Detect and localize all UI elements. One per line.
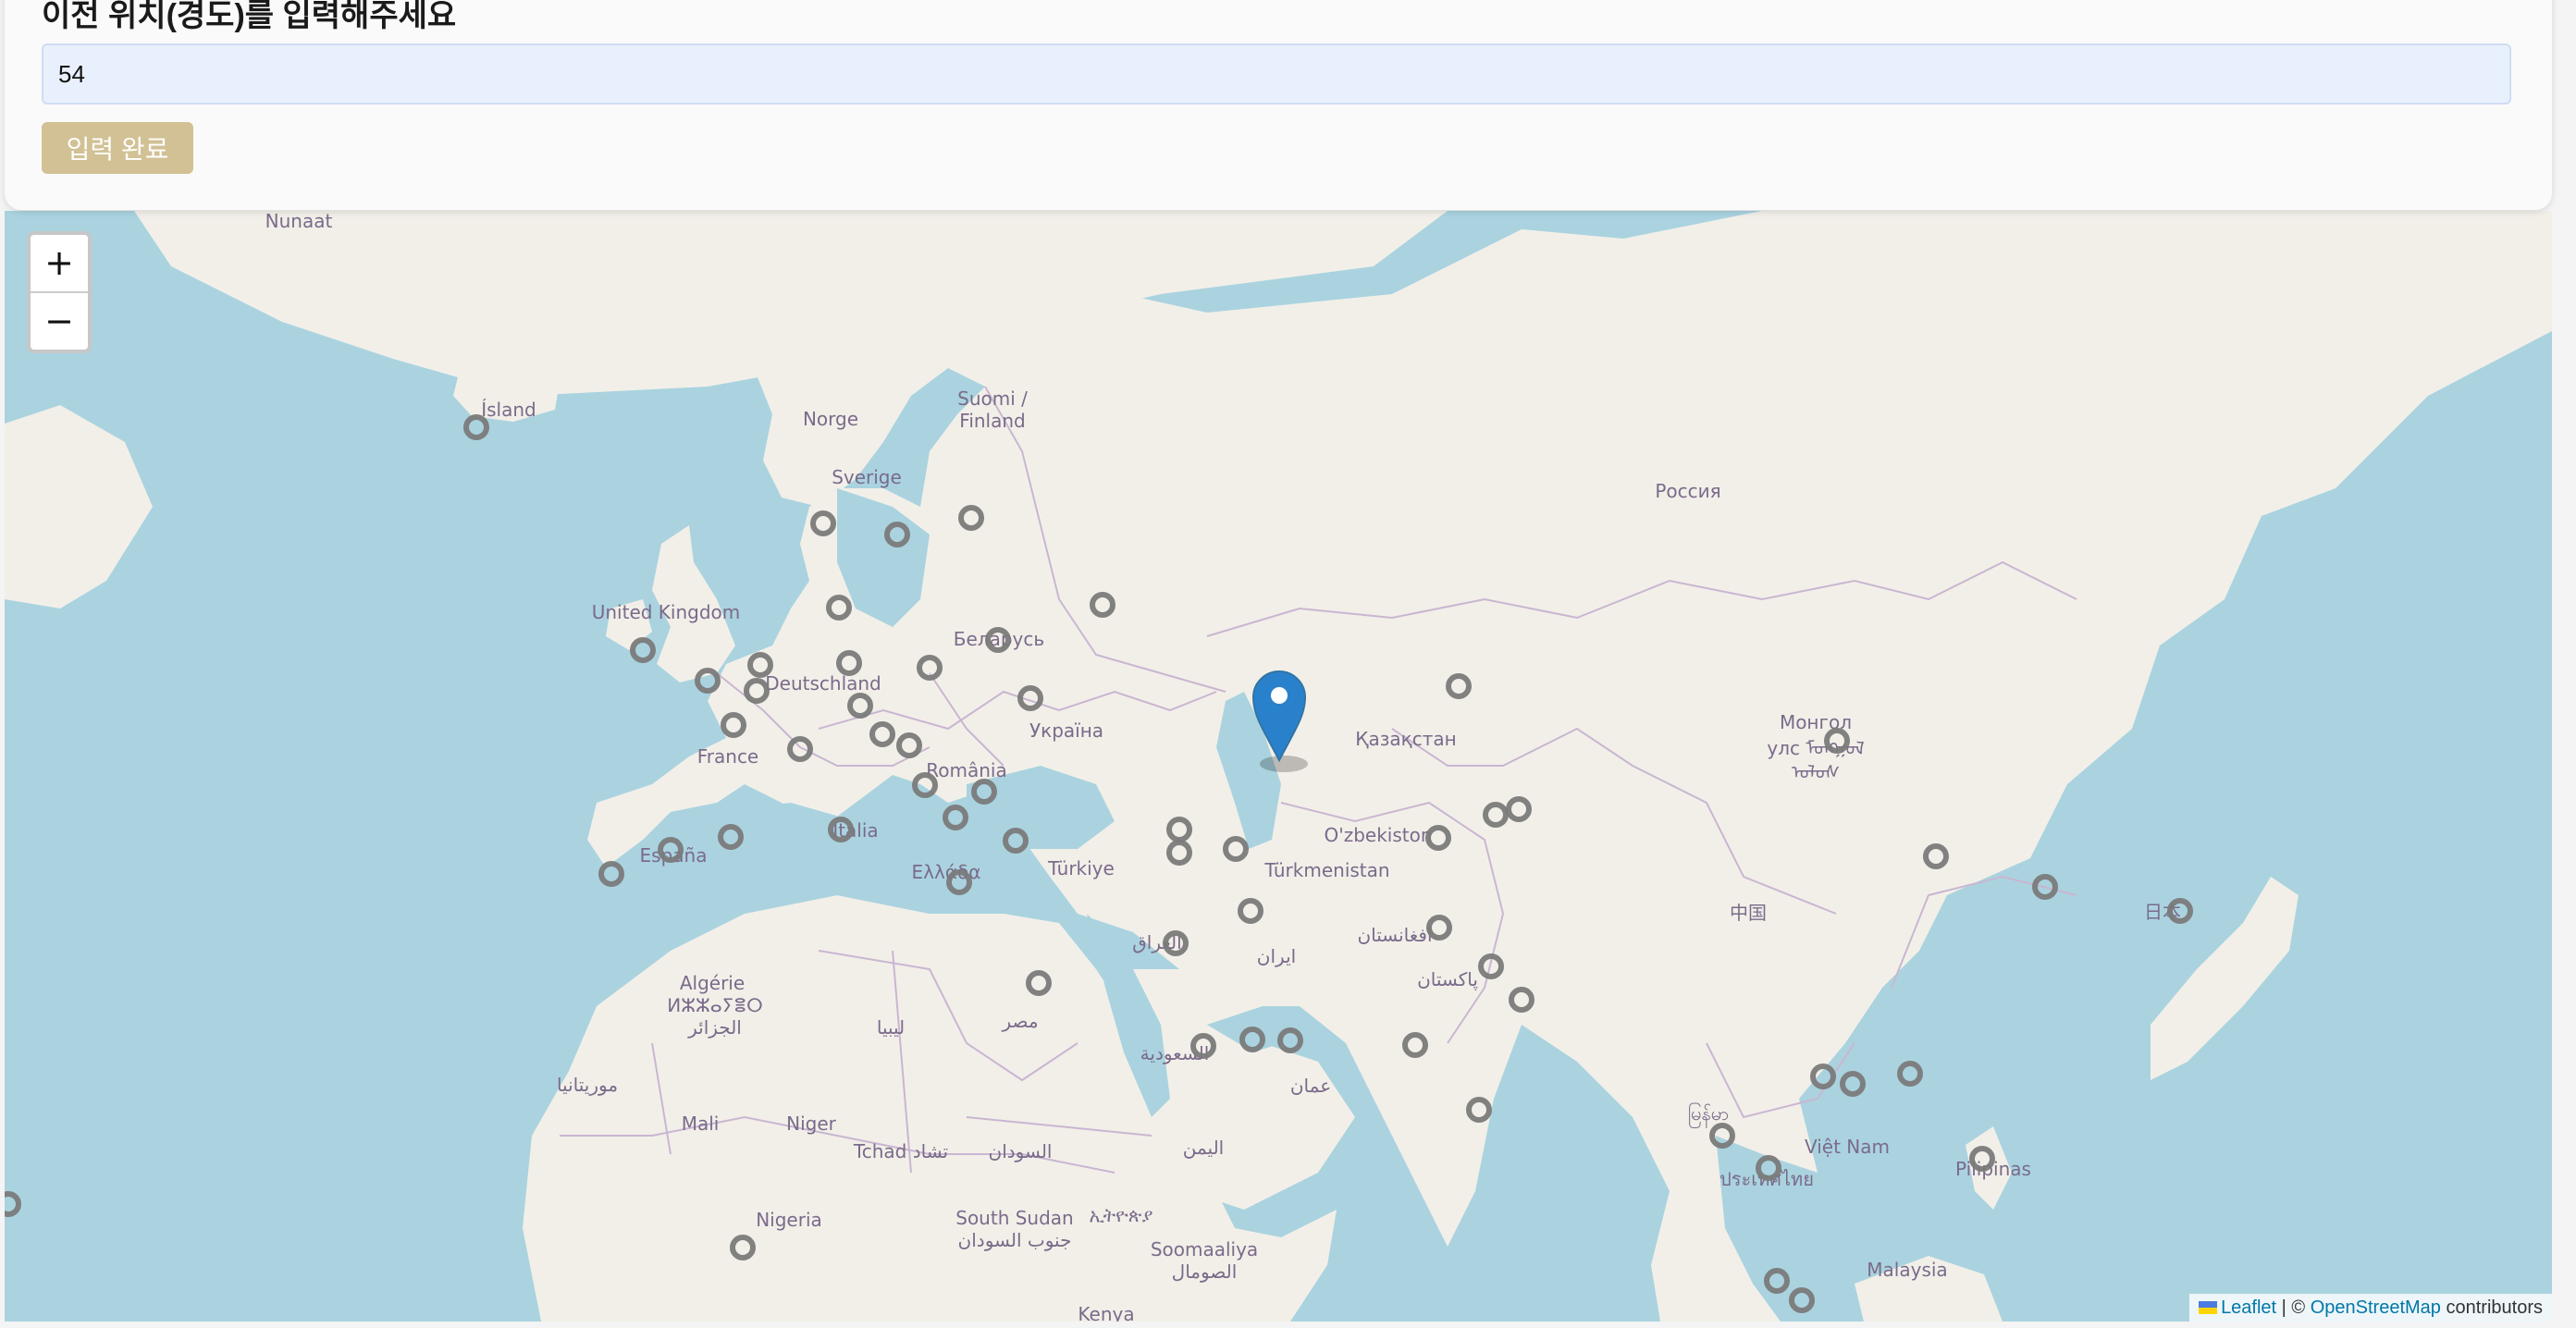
location-circle-marker[interactable] — [1824, 728, 1850, 754]
location-circle-marker[interactable] — [1478, 953, 1504, 979]
location-circle-marker[interactable] — [630, 637, 656, 663]
location-circle-marker[interactable] — [718, 824, 744, 850]
location-form: 이전 위치(경도)를 입력해주세요 입력 완료 — [5, 0, 2552, 210]
location-circle-marker[interactable] — [1003, 828, 1029, 854]
location-circle-marker[interactable] — [1923, 843, 1949, 869]
zoom-in-button[interactable]: + — [31, 235, 88, 293]
location-circle-marker[interactable] — [1483, 802, 1509, 828]
location-circle-marker[interactable] — [943, 805, 968, 830]
location-circle-marker[interactable] — [810, 510, 836, 536]
location-circle-marker[interactable] — [1810, 1064, 1836, 1089]
submit-button[interactable]: 입력 완료 — [42, 122, 193, 174]
location-circle-marker[interactable] — [5, 1191, 21, 1217]
location-circle-marker[interactable] — [1446, 673, 1472, 699]
location-circle-marker[interactable] — [1166, 840, 1192, 866]
location-circle-marker[interactable] — [658, 837, 684, 863]
location-circle-marker[interactable] — [1190, 1033, 1216, 1059]
location-circle-marker[interactable] — [598, 861, 624, 887]
location-circle-marker[interactable] — [1466, 1097, 1492, 1123]
location-circle-marker[interactable] — [1026, 970, 1052, 996]
location-circle-marker[interactable] — [1090, 592, 1115, 618]
attribution-suffix: contributors — [2440, 1297, 2543, 1318]
location-circle-marker[interactable] — [1840, 1071, 1866, 1097]
location-circle-marker[interactable] — [721, 712, 746, 738]
location-circle-marker[interactable] — [836, 650, 862, 676]
location-circle-marker[interactable] — [1509, 987, 1535, 1013]
location-circle-marker[interactable] — [847, 693, 873, 719]
location-circle-marker[interactable] — [946, 869, 972, 895]
location-circle-marker[interactable] — [869, 721, 895, 747]
location-circle-marker[interactable] — [828, 817, 854, 842]
longitude-input[interactable] — [42, 43, 2511, 105]
map-attribution: Leaflet | © OpenStreetMap contributors — [2189, 1294, 2552, 1322]
ukraine-flag-icon — [2199, 1301, 2218, 1314]
marker-layer — [5, 414, 2193, 1313]
location-circle-marker[interactable] — [1897, 1061, 1923, 1087]
location-circle-marker[interactable] — [1277, 1027, 1303, 1053]
location-circle-marker[interactable] — [1425, 825, 1451, 851]
location-circle-marker[interactable] — [1223, 836, 1249, 862]
location-circle-marker[interactable] — [1789, 1287, 1815, 1313]
location-circle-marker[interactable] — [730, 1235, 756, 1260]
location-circle-marker[interactable] — [985, 627, 1011, 653]
location-circle-marker[interactable] — [971, 779, 997, 805]
location-circle-marker[interactable] — [958, 505, 984, 531]
location-circle-marker[interactable] — [1756, 1155, 1781, 1181]
location-circle-marker[interactable] — [695, 668, 721, 694]
location-circle-marker[interactable] — [1239, 1027, 1265, 1052]
location-circle-marker[interactable] — [1017, 685, 1043, 711]
location-circle-marker[interactable] — [2032, 874, 2058, 900]
location-circle-marker[interactable] — [917, 655, 943, 681]
location-circle-marker[interactable] — [2167, 898, 2193, 924]
location-circle-marker[interactable] — [747, 652, 773, 678]
location-circle-marker[interactable] — [826, 595, 852, 621]
map[interactable]: Nunaat Ísland Norge Sverige Suomi / Finl… — [5, 211, 2552, 1322]
location-circle-marker[interactable] — [1402, 1032, 1428, 1058]
zoom-out-button[interactable]: − — [31, 293, 88, 350]
current-location-pin[interactable] — [1251, 670, 1308, 772]
location-circle-marker[interactable] — [1163, 930, 1189, 956]
location-circle-marker[interactable] — [1969, 1146, 1995, 1172]
location-circle-marker[interactable] — [884, 522, 910, 547]
location-circle-marker[interactable] — [1426, 915, 1452, 941]
location-circle-marker[interactable] — [787, 736, 813, 762]
location-circle-marker[interactable] — [463, 414, 489, 440]
location-circle-marker[interactable] — [912, 772, 938, 798]
location-circle-marker[interactable] — [1166, 817, 1192, 842]
location-circle-marker[interactable] — [1506, 796, 1532, 822]
location-circle-marker[interactable] — [1764, 1268, 1790, 1294]
attribution-separator: | © — [2276, 1297, 2311, 1318]
leaflet-link[interactable]: Leaflet — [2221, 1297, 2276, 1318]
location-circle-marker[interactable] — [1709, 1123, 1735, 1149]
form-title: 이전 위치(경도)를 입력해주세요 — [42, 0, 457, 33]
location-circle-marker[interactable] — [744, 678, 770, 704]
zoom-control: + − — [27, 231, 92, 353]
location-circle-marker[interactable] — [896, 732, 922, 758]
location-circle-marker[interactable] — [1238, 898, 1263, 924]
openstreetmap-link[interactable]: OpenStreetMap — [2311, 1297, 2441, 1318]
